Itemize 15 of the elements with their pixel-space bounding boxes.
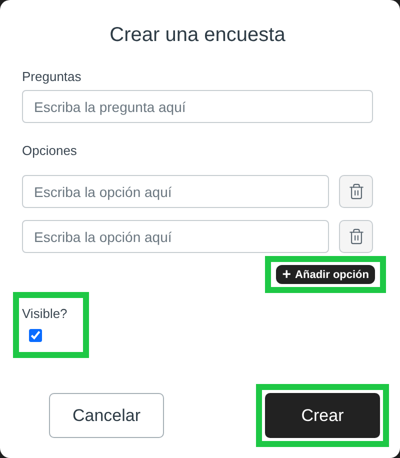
option-field[interactable]: Escriba la opción aquí	[22, 175, 329, 208]
dialog-title: Crear una encuesta	[108, 24, 286, 47]
trash-icon	[348, 183, 364, 200]
trash-icon	[348, 228, 364, 245]
delete-button[interactable]	[339, 175, 373, 208]
checkbox-label: Visible?	[22, 306, 68, 321]
add-option-button[interactable]: + Añadir opción	[276, 265, 375, 284]
delete-button[interactable]	[339, 220, 373, 253]
create-button[interactable]: Crear	[265, 393, 380, 438]
question-field[interactable]: Escriba la pregunta aquí	[22, 90, 373, 123]
cancel-button[interactable]: Cancelar	[49, 393, 164, 438]
option-field[interactable]: Escriba la opción aquí	[22, 220, 329, 253]
field-label: Preguntas	[22, 69, 82, 84]
field-label: Opciones	[22, 143, 78, 158]
visible-checkbox[interactable]	[29, 329, 42, 342]
